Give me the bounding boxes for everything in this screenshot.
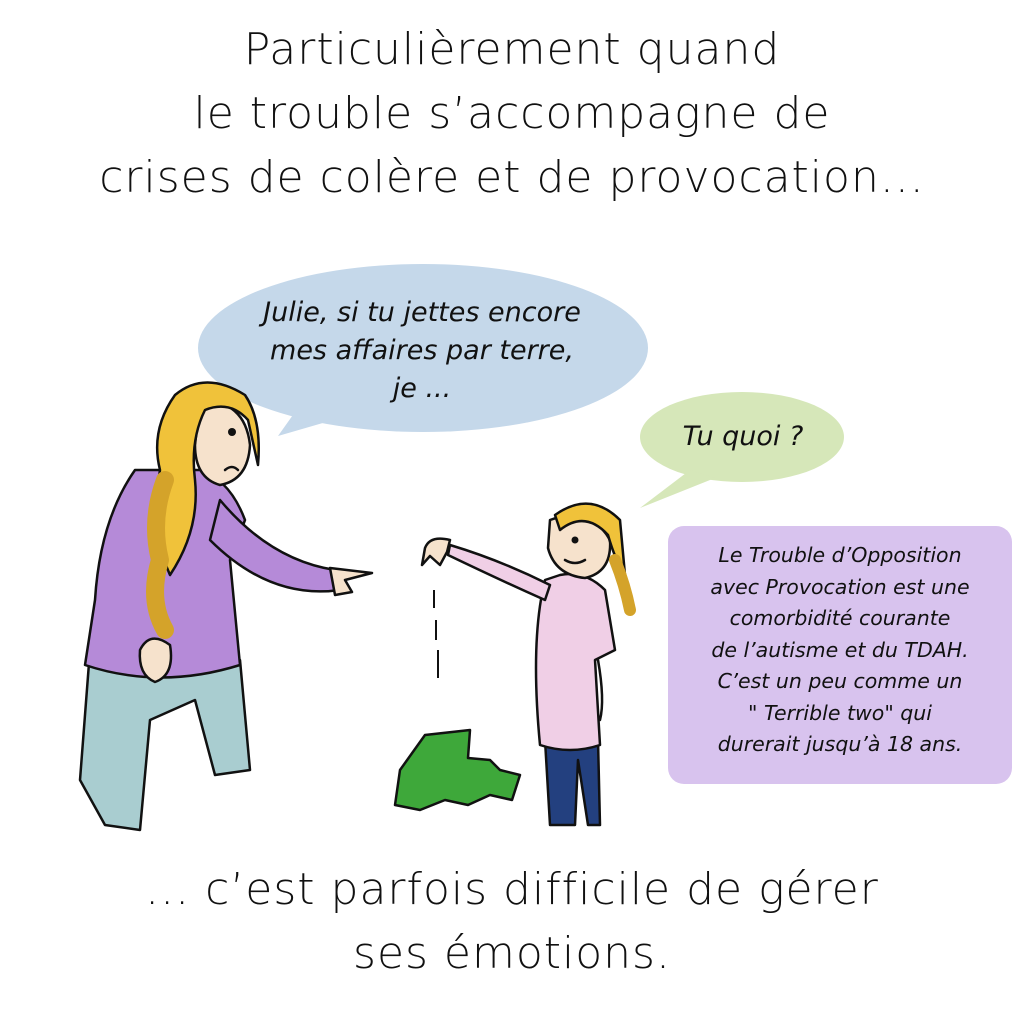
child-speech-line: Tu quoi ? (682, 421, 804, 452)
clothing-on-floor (393, 728, 522, 812)
mother-figure (78, 381, 374, 832)
info-box-line: de l’autisme et du TDAH. (711, 637, 969, 662)
info-box-line: comorbidité courante (729, 606, 951, 630)
info-box-line: durerait jusqu’à 18 ans. (717, 732, 963, 756)
bottom-caption-line: ses émotions. (353, 928, 671, 979)
child-speech-text: Tu quoi ? (648, 418, 838, 456)
mother-speech-line: je ... (392, 373, 452, 404)
info-box-line: Le Trouble d’Opposition (718, 543, 962, 567)
mother-speech-line: Julie, si tu jettes encore (263, 297, 581, 328)
info-box-line: C’est un peu comme un (717, 669, 963, 693)
info-box-line: avec Provocation est une (710, 574, 970, 599)
mother-speech-line: mes affaires par terre, (270, 335, 574, 366)
falling-motion-lines (433, 590, 439, 678)
bottom-caption: ... c’est parfois difficile de gérer ses… (0, 858, 1024, 986)
info-box-text: Le Trouble d’Opposition avec Provocation… (668, 540, 1012, 761)
info-box-line: " Terrible two" qui (748, 700, 932, 725)
bottom-caption-line: ... c’est parfois difficile de gérer (145, 864, 879, 915)
mother-speech-text: Julie, si tu jettes encore mes affaires … (212, 294, 632, 408)
